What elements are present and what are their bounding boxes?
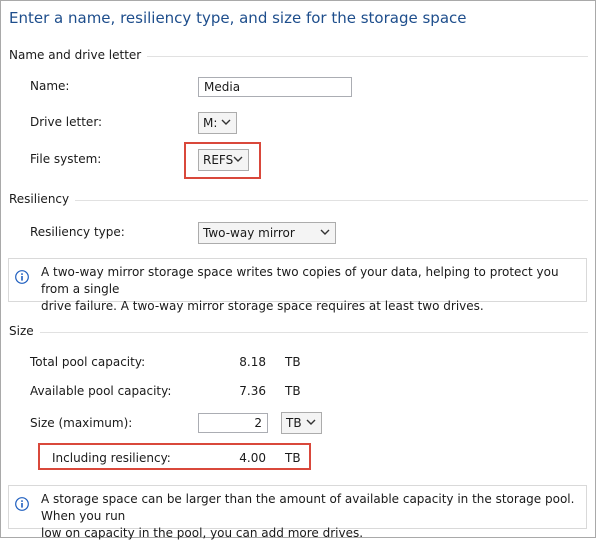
total-capacity-label: Total pool capacity: (30, 355, 146, 369)
total-capacity-value: 8.18 (239, 355, 266, 369)
size-info-text: A storage space can be larger than the a… (41, 491, 580, 542)
available-capacity-unit: TB (285, 384, 301, 398)
section-title: Name and drive letter (9, 48, 148, 62)
file-system-label: File system: (30, 152, 102, 166)
chevron-down-icon (320, 229, 330, 235)
drive-letter-label: Drive letter: (30, 115, 103, 129)
section-divider (9, 332, 588, 333)
size-unit-value: TB (286, 416, 302, 430)
resiliency-type-label: Resiliency type: (30, 225, 125, 239)
drive-letter-value: M: (203, 116, 218, 130)
section-resiliency: Resiliency (9, 192, 588, 208)
info-line: low on capacity in the pool, you can add… (41, 526, 364, 540)
name-label: Name: (30, 79, 70, 93)
highlight-box-including-resiliency (38, 443, 311, 470)
available-capacity-label: Available pool capacity: (30, 384, 172, 398)
section-size: Size (9, 324, 588, 340)
info-line: drive failure. A two-way mirror storage … (41, 299, 484, 313)
size-input[interactable]: 2 (198, 413, 268, 433)
info-icon (15, 270, 29, 284)
total-capacity-unit: TB (285, 355, 301, 369)
chevron-down-icon (306, 419, 316, 425)
section-divider (9, 200, 588, 201)
section-title: Size (9, 324, 40, 338)
size-unit-select[interactable]: TB (281, 412, 322, 434)
resiliency-info-box: A two-way mirror storage space writes tw… (8, 258, 587, 313)
size-info-box: A storage space can be larger than the a… (8, 485, 587, 540)
section-name-drive-letter: Name and drive letter (9, 48, 588, 64)
available-capacity-value: 7.36 (239, 384, 266, 398)
section-title: Resiliency (9, 192, 76, 206)
info-icon (15, 497, 29, 511)
resiliency-info-text: A two-way mirror storage space writes tw… (41, 264, 580, 315)
drive-letter-select[interactable]: M: (198, 112, 237, 134)
chevron-down-icon (221, 119, 231, 125)
resiliency-type-select[interactable]: Two-way mirror (198, 222, 336, 244)
page-title: Enter a name, resiliency type, and size … (9, 9, 467, 27)
highlight-box-file-system (184, 142, 261, 179)
info-line: A storage space can be larger than the a… (41, 492, 575, 523)
info-line: A two-way mirror storage space writes tw… (41, 265, 559, 296)
name-input[interactable]: Media (198, 77, 352, 97)
resiliency-type-value: Two-way mirror (203, 226, 295, 240)
size-maximum-label: Size (maximum): (30, 416, 133, 430)
